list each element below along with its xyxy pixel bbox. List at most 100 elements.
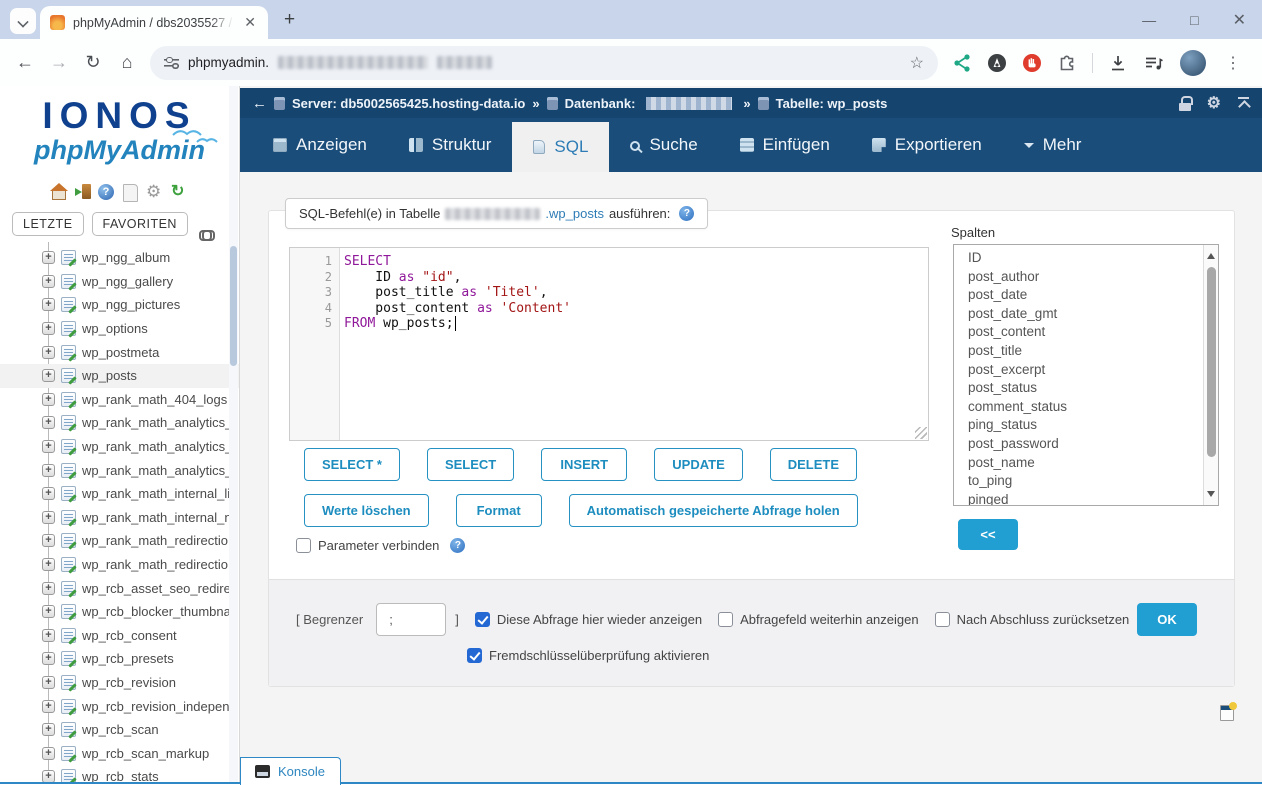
column-option[interactable]: post_date_gmt xyxy=(968,305,1202,324)
table-name[interactable]: wp_rcb_blocker_thumbna xyxy=(82,604,231,619)
extensions-puzzle-icon[interactable] xyxy=(1057,53,1077,73)
expand-plus-icon[interactable] xyxy=(42,676,55,689)
expand-plus-icon[interactable] xyxy=(42,629,55,642)
column-option[interactable]: ping_status xyxy=(968,416,1202,435)
sidebar-scrollbar[interactable] xyxy=(229,86,238,785)
table-name[interactable]: wp_rcb_presets xyxy=(82,651,174,666)
column-option[interactable]: to_ping xyxy=(968,472,1202,491)
breadcrumb-database[interactable]: Datenbank: xyxy=(565,96,636,111)
checkbox-box[interactable] xyxy=(475,612,490,627)
table-name[interactable]: wp_rank_math_redirectio xyxy=(82,557,228,572)
sidebar-table-item[interactable]: wp_rank_math_internal_n xyxy=(0,506,239,530)
legend-table-link[interactable]: .wp_posts xyxy=(545,206,604,221)
expand-plus-icon[interactable] xyxy=(42,440,55,453)
nav-tab[interactable]: Exportieren xyxy=(851,118,1003,172)
tune-icon[interactable] xyxy=(164,55,179,70)
breadcrumb-server[interactable]: Server: db5002565425.hosting-data.io xyxy=(292,96,525,111)
reload-button[interactable]: ↻ xyxy=(76,52,110,73)
nav-tab[interactable]: SQL xyxy=(512,122,609,172)
share-icon[interactable] xyxy=(952,53,972,73)
sidebar-table-item[interactable]: wp_rcb_scan xyxy=(0,718,239,742)
table-name[interactable]: wp_rcb_revision xyxy=(82,675,176,690)
column-option[interactable]: ID xyxy=(968,249,1202,268)
open-new-window-icon[interactable] xyxy=(1220,705,1234,721)
expand-plus-icon[interactable] xyxy=(42,322,55,335)
expand-plus-icon[interactable] xyxy=(42,487,55,500)
sidebar-table-item[interactable]: wp_rcb_consent xyxy=(0,624,239,648)
sidebar-table-item[interactable]: wp_rank_math_redirectio xyxy=(0,553,239,577)
window-maximize-button[interactable]: □ xyxy=(1190,12,1198,28)
expand-plus-icon[interactable] xyxy=(42,605,55,618)
checkbox-box[interactable] xyxy=(296,538,311,553)
column-option[interactable]: post_name xyxy=(968,454,1202,473)
column-option[interactable]: post_author xyxy=(968,268,1202,287)
browser-menu-icon[interactable]: ⋮ xyxy=(1221,53,1245,73)
table-name[interactable]: wp_rank_math_analytics_ xyxy=(82,439,232,454)
query-action-button[interactable]: Werte löschen xyxy=(304,494,429,527)
table-name[interactable]: wp_ngg_album xyxy=(82,250,170,265)
query-template-button[interactable]: INSERT xyxy=(541,448,627,481)
breadcrumb-table[interactable]: Tabelle: wp_posts xyxy=(776,96,888,111)
editor-resize-handle[interactable] xyxy=(915,427,927,439)
sidebar-table-item[interactable]: wp_rcb_blocker_thumbna xyxy=(0,600,239,624)
column-option[interactable]: post_excerpt xyxy=(968,361,1202,380)
sidebar-table-item[interactable]: wp_rank_math_redirectio xyxy=(0,529,239,553)
table-name[interactable]: wp_rcb_revision_indepen xyxy=(82,699,229,714)
tab-search-button[interactable] xyxy=(10,8,36,34)
sidebar-table-item[interactable]: wp_rcb_asset_seo_redire xyxy=(0,576,239,600)
table-name[interactable]: wp_rank_math_analytics_ xyxy=(82,463,232,478)
nav-tab[interactable]: Suche xyxy=(609,118,718,172)
table-name[interactable]: wp_options xyxy=(82,321,148,336)
link-icon[interactable] xyxy=(199,229,215,239)
table-name[interactable]: wp_rank_math_internal_n xyxy=(82,510,232,525)
query-template-button[interactable]: UPDATE xyxy=(654,448,742,481)
expand-plus-icon[interactable] xyxy=(42,511,55,524)
sidebar-table-item[interactable]: wp_rank_math_404_logs xyxy=(0,388,239,412)
expand-plus-icon[interactable] xyxy=(42,652,55,665)
columns-listbox[interactable]: IDpost_authorpost_datepost_date_gmt post_… xyxy=(953,244,1219,506)
column-option[interactable]: comment_status xyxy=(968,398,1202,417)
query-action-button[interactable]: Format xyxy=(456,494,542,527)
sidebar-table-item[interactable]: wp_ngg_album xyxy=(0,246,239,270)
column-option[interactable]: post_title xyxy=(968,342,1202,361)
query-template-button[interactable]: DELETE xyxy=(770,448,857,481)
expand-plus-icon[interactable] xyxy=(42,534,55,547)
insert-column-button[interactable]: << xyxy=(958,519,1018,550)
columns-scrollbar[interactable] xyxy=(1203,245,1218,505)
query-option-checkbox[interactable]: Abfragefeld weiterhin anzeigen xyxy=(718,612,919,627)
sidebar-table-item[interactable]: wp_ngg_pictures xyxy=(0,293,239,317)
new-tab-button[interactable]: + xyxy=(284,9,295,31)
query-option-checkbox[interactable]: Nach Abschluss zurücksetzen xyxy=(935,612,1130,627)
help-icon[interactable] xyxy=(679,206,694,221)
sidebar-table-item[interactable]: wp_rcb_revision_indepen xyxy=(0,694,239,718)
scroll-down-icon[interactable] xyxy=(1207,491,1215,501)
expand-plus-icon[interactable] xyxy=(42,464,55,477)
query-option-checkbox[interactable]: Diese Abfrage hier wieder anzeigen xyxy=(475,612,702,627)
table-name[interactable]: wp_rcb_asset_seo_redire xyxy=(82,581,231,596)
collapse-icon[interactable] xyxy=(1237,97,1250,110)
sidebar-table-item[interactable]: wp_ngg_gallery xyxy=(0,270,239,294)
sidebar-toolbar-icon[interactable] xyxy=(75,183,91,201)
breadcrumb-back-icon[interactable]: ← xyxy=(252,95,267,112)
table-name[interactable]: wp_rcb_consent xyxy=(82,628,177,643)
nav-tab[interactable]: Einfügen xyxy=(719,118,851,172)
recent-tables-button[interactable]: LETZTE xyxy=(12,212,84,236)
sql-editor-code[interactable]: SELECT ID as "id", post_title as 'Titel'… xyxy=(340,248,928,440)
scroll-up-icon[interactable] xyxy=(1207,249,1215,259)
home-button[interactable]: ⌂ xyxy=(110,52,144,73)
sidebar-table-item[interactable]: wp_rank_math_analytics_ xyxy=(0,458,239,482)
column-option[interactable]: post_date xyxy=(968,286,1202,305)
sidebar-scrollbar-thumb[interactable] xyxy=(230,246,237,366)
expand-plus-icon[interactable] xyxy=(42,298,55,311)
column-option[interactable]: post_status xyxy=(968,379,1202,398)
sql-editor[interactable]: 12345 SELECT ID as "id", post_title as '… xyxy=(289,247,929,441)
back-button[interactable]: ← xyxy=(8,52,42,73)
nav-tab[interactable]: Struktur xyxy=(388,118,513,172)
table-name[interactable]: wp_rank_math_404_logs xyxy=(82,392,227,407)
table-name[interactable]: wp_ngg_gallery xyxy=(82,274,173,289)
bind-parameters-checkbox[interactable]: Parameter verbinden xyxy=(296,538,465,553)
table-name[interactable]: wp_ngg_pictures xyxy=(82,297,180,312)
table-name[interactable]: wp_rank_math_analytics_ xyxy=(82,415,232,430)
sidebar-toolbar-icon[interactable] xyxy=(146,183,164,201)
checkbox-box[interactable] xyxy=(718,612,733,627)
